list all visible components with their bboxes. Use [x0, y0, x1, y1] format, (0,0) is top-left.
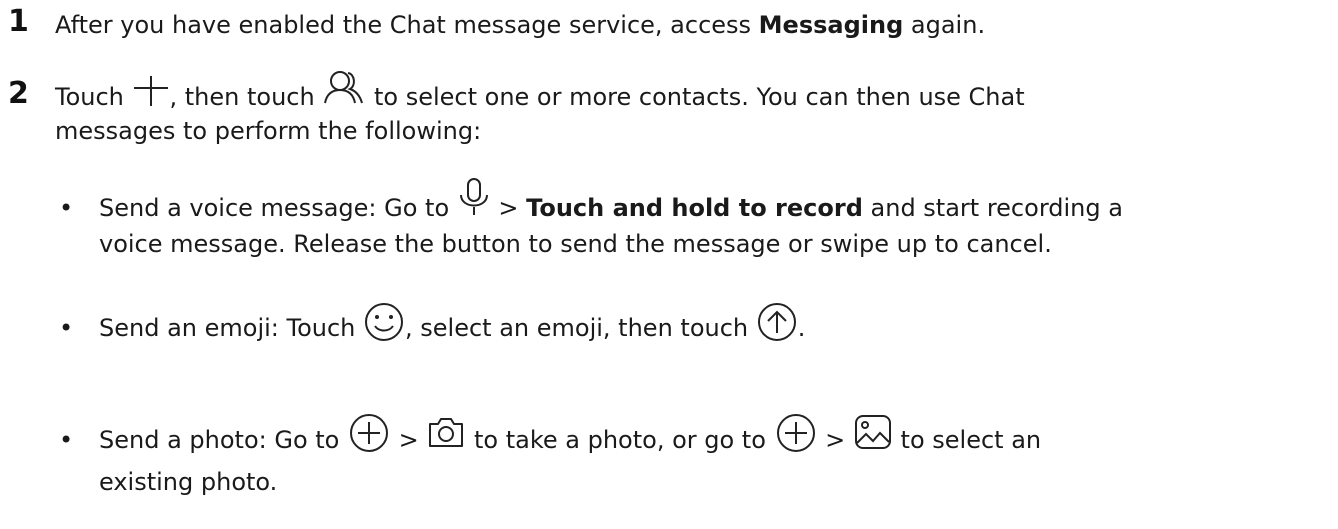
bullet-voice: •	[59, 194, 74, 222]
step-number-2: 2	[8, 76, 29, 111]
voice-line-1: Send a voice message: Go to > Touch and …	[99, 178, 1123, 223]
step-2-line-2: messages to perform the following:	[55, 117, 482, 145]
step-2-line-1: Touch , then touch to select one or more…	[55, 71, 1025, 112]
photo-line-1: Send a photo: Go to > to take a photo, o…	[99, 414, 1041, 455]
contacts-icon	[322, 69, 366, 109]
photo-line-2: existing photo.	[99, 468, 278, 496]
voice-line-2: voice message. Release the button to sen…	[99, 230, 1052, 258]
step-number-1: 1	[8, 4, 29, 39]
add-circle-icon	[774, 412, 818, 454]
messaging-app-name: Messaging	[758, 11, 904, 39]
camera-icon	[426, 414, 466, 450]
smiley-icon	[363, 301, 405, 343]
add-circle-icon	[347, 412, 391, 454]
gallery-icon	[853, 413, 893, 451]
send-up-icon	[756, 301, 798, 343]
touch-hold-record-label: Touch and hold to record	[526, 194, 863, 222]
step-1-text: After you have enabled the Chat message …	[55, 11, 986, 39]
emoji-line: Send an emoji: Touch , select an emoji, …	[99, 303, 805, 343]
plus-icon	[132, 74, 170, 108]
bullet-photo: •	[59, 426, 74, 454]
bullet-emoji: •	[59, 314, 74, 342]
microphone-icon	[457, 177, 491, 217]
